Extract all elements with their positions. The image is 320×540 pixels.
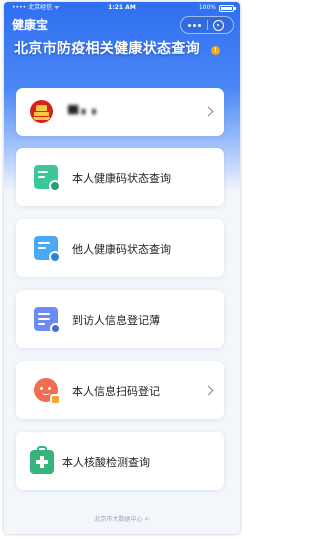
form-check-icon [34,307,61,334]
menu-scan-register[interactable]: 本人信息扫码登记 [16,361,224,419]
capsule-divider [207,20,208,30]
menu-label: 到访人信息登记薄 [72,314,160,327]
help-icon[interactable]: ! [211,46,220,55]
app-title: 健康宝 [12,18,49,32]
close-miniapp-icon[interactable] [213,20,224,31]
menu-label: 本人核酸检测查询 [62,456,150,469]
status-bar: •••• 北京经信 ᯤ 1:21 AM 100% [4,2,240,14]
calendar-search-icon [34,236,61,263]
national-emblem-icon [30,100,53,123]
app-screen: •••• 北京经信 ᯤ 1:21 AM 100% 健康宝 北京市防疫相关健康状态… [4,2,240,534]
user-card[interactable]: █▌▖▗ [16,88,224,136]
face-scan-icon [34,378,61,405]
menu-health-code-other[interactable]: 他人健康码状态查询 [16,219,224,277]
battery-icon [219,5,236,12]
battery-percent: 100% [198,4,216,11]
chevron-right-icon [203,106,214,117]
chevron-right-icon [203,385,214,396]
footer-credit: 北京市大数据中心 ✍ [94,516,150,523]
menu-nucleic-test[interactable]: 本人核酸检测查询 [16,432,224,490]
health-code-icon [34,165,61,192]
menu-label: 本人健康码状态查询 [72,172,171,185]
medical-kit-icon [30,446,54,474]
menu-visitor-register[interactable]: 到访人信息登记薄 [16,290,224,348]
more-options-icon[interactable] [181,17,207,33]
miniapp-capsule [180,16,234,34]
user-name-masked: █▌▖▗ [68,105,96,115]
menu-health-code-self[interactable]: 本人健康码状态查询 [16,148,224,206]
menu-label: 本人信息扫码登记 [72,385,160,398]
menu-label: 他人健康码状态查询 [72,243,171,256]
page-heading: 北京市防疫相关健康状态查询 [14,41,200,57]
